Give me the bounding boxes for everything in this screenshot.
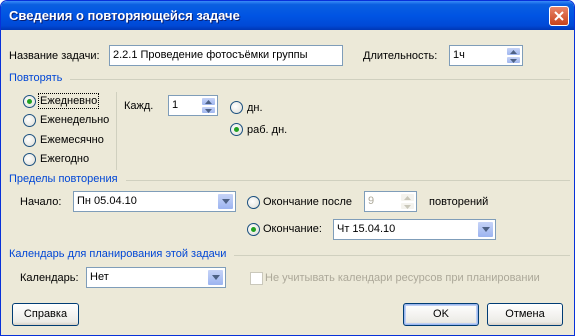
repeat-separator [70, 79, 570, 80]
start-date-dropdown[interactable]: Пн 05.04.10 [73, 191, 236, 212]
calendar-dropdown[interactable]: Нет [86, 267, 226, 288]
duration-label: Длительность: [363, 50, 438, 62]
spin-down-button[interactable] [506, 55, 521, 64]
start-date-value: Пн 05.04.10 [77, 195, 137, 207]
arrow-up-icon [205, 100, 212, 104]
daily-label[interactable]: Ежедневно [37, 93, 100, 109]
spin-down-button[interactable] [201, 105, 216, 114]
every-input[interactable]: 1 [168, 95, 218, 116]
radio-yearly[interactable] [23, 153, 36, 166]
dropdown-button[interactable] [217, 193, 234, 210]
workdays-label[interactable]: раб. дн. [247, 124, 287, 136]
close-button[interactable] [549, 6, 569, 26]
range-section-label: Пределы повторения [9, 173, 118, 185]
duration-spinner[interactable] [506, 47, 521, 64]
every-spinner[interactable] [201, 97, 216, 114]
spin-up-button[interactable] [400, 193, 415, 202]
task-name-value: 2.2.1 Проведение фотосъёмки группы [113, 49, 308, 61]
arrow-up-icon [404, 196, 411, 200]
recurring-task-dialog: Сведения о повторяющейся задаче Название… [0, 0, 575, 336]
dropdown-button[interactable] [477, 221, 494, 238]
every-value: 1 [172, 99, 179, 111]
dialog-title: Сведения о повторяющейся задаче [9, 8, 240, 23]
arrow-down-icon [205, 108, 212, 113]
chevron-down-icon [482, 227, 490, 232]
dialog-body: Название задачи: 2.2.1 Проведение фотосъ… [4, 30, 571, 332]
radio-end-after[interactable] [247, 196, 260, 209]
yearly-label[interactable]: Ежегодно [40, 153, 89, 165]
spin-up-button[interactable] [201, 97, 216, 106]
radio-end-by[interactable] [247, 223, 260, 236]
calendar-value: Нет [90, 271, 109, 283]
chevron-down-icon [212, 275, 220, 280]
end-date-value: Чт 15.04.10 [337, 223, 396, 235]
close-icon [554, 11, 564, 21]
occurrences-spinner[interactable] [400, 193, 415, 210]
end-date-dropdown[interactable]: Чт 15.04.10 [333, 219, 496, 240]
occurrences-value: 9 [368, 195, 375, 207]
occurrences-input[interactable]: 9 [364, 191, 417, 212]
radio-weekly[interactable] [23, 114, 36, 127]
radio-workdays[interactable] [230, 123, 243, 136]
cancel-button[interactable]: Отмена [487, 303, 563, 326]
cancel-button-label: Отмена [505, 308, 545, 320]
range-separator [126, 180, 570, 181]
monthly-label[interactable]: Ежемесячно [40, 134, 104, 146]
spin-down-button[interactable] [400, 201, 415, 210]
duration-value: 1ч [453, 49, 465, 61]
ok-button[interactable]: OK [403, 303, 479, 326]
repeat-vertical-separator [116, 92, 117, 170]
help-button-label: Справка [23, 308, 68, 320]
duration-input[interactable]: 1ч [449, 45, 523, 66]
calendar-section-label: Календарь для планирования этой задачи [9, 248, 227, 260]
spin-up-button[interactable] [506, 47, 521, 56]
calendar-separator [234, 255, 570, 256]
chevron-down-icon [222, 199, 230, 204]
every-label: Кажд. [124, 100, 154, 112]
occurrences-label: повторений [429, 196, 489, 208]
arrow-up-icon [510, 50, 517, 54]
help-button[interactable]: Справка [12, 303, 79, 326]
task-name-input[interactable]: 2.2.1 Проведение фотосъёмки группы [109, 45, 343, 66]
dropdown-button[interactable] [207, 269, 224, 286]
arrow-down-icon [510, 58, 517, 63]
start-label: Начало: [20, 196, 62, 208]
weekly-label[interactable]: Еженедельно [40, 114, 109, 126]
ok-button-label: OK [433, 308, 449, 320]
title-bar[interactable]: Сведения о повторяющейся задаче [1, 1, 574, 30]
radio-daily[interactable] [23, 95, 36, 108]
radio-monthly[interactable] [23, 134, 36, 147]
calendar-label: Календарь: [20, 272, 79, 284]
ignore-resource-calendars-checkbox[interactable] [250, 272, 263, 285]
radio-days[interactable] [230, 101, 243, 114]
end-after-label[interactable]: Окончание после [263, 196, 352, 208]
ignore-resource-calendars-label[interactable]: Не учитывать календари ресурсов при план… [265, 272, 540, 284]
end-by-label[interactable]: Окончание: [263, 223, 322, 235]
task-name-label: Название задачи: [9, 50, 100, 62]
days-label[interactable]: дн. [247, 102, 263, 114]
repeat-section-label: Повторять [9, 72, 63, 84]
arrow-down-icon [404, 204, 411, 209]
